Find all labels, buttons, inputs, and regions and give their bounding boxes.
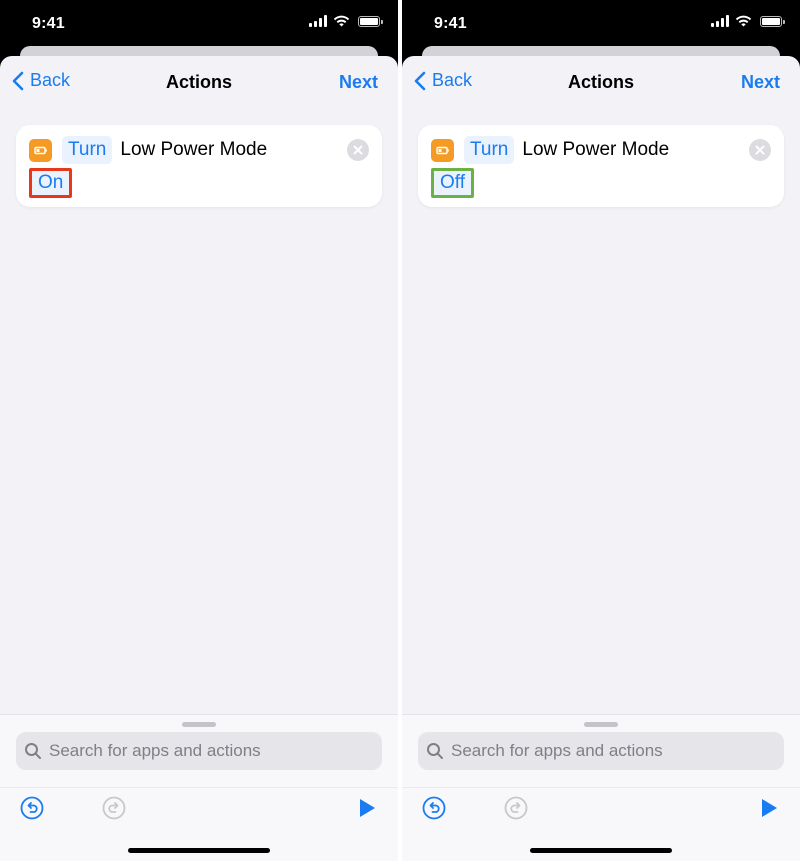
action-title-row: Turn Low Power Mode [62, 136, 267, 164]
navigation-bar: Back Actions Next [402, 56, 800, 108]
remove-action-button[interactable] [749, 139, 771, 161]
phone-screen-left: 9:41 Back Actions Next Turn Low Power Mo… [0, 0, 398, 861]
editor-toolbar [402, 787, 800, 828]
state-token-off[interactable]: Off [431, 168, 474, 198]
magnifier-icon [427, 743, 443, 759]
bottom-panel: Search for apps and actions [0, 714, 398, 861]
redo-button[interactable] [102, 796, 126, 825]
phone-screen-right: 9:41 Back Actions Next Turn Low Power Mo… [402, 0, 800, 861]
undo-button[interactable] [20, 796, 44, 825]
status-icons [711, 15, 785, 27]
undo-button[interactable] [422, 796, 446, 825]
redo-button[interactable] [504, 796, 528, 825]
battery-icon [760, 15, 785, 27]
home-indicator[interactable] [128, 848, 270, 853]
bottom-panel: Search for apps and actions [402, 714, 800, 861]
home-indicator[interactable] [530, 848, 672, 853]
redo-icon [504, 796, 528, 820]
undo-icon [20, 796, 44, 820]
undo-icon [422, 796, 446, 820]
run-button[interactable] [760, 798, 778, 823]
close-icon [755, 145, 765, 155]
search-input[interactable]: Search for apps and actions [418, 732, 784, 770]
editor-toolbar [0, 787, 398, 828]
status-time: 9:41 [32, 15, 65, 32]
verb-token[interactable]: Turn [62, 136, 113, 164]
status-bar: 9:41 [0, 0, 398, 48]
actions-sheet: Back Actions Next Turn Low Power Mode [402, 56, 800, 861]
status-time: 9:41 [434, 15, 467, 32]
redo-icon [102, 796, 126, 820]
close-icon [353, 145, 363, 155]
action-label: Low Power Mode [120, 139, 268, 160]
run-button[interactable] [358, 798, 376, 823]
wifi-icon [735, 15, 752, 27]
next-button[interactable]: Next [339, 72, 378, 93]
search-placeholder: Search for apps and actions [49, 741, 261, 760]
status-icons [309, 15, 383, 27]
search-placeholder: Search for apps and actions [451, 741, 663, 760]
verb-token[interactable]: Turn [464, 136, 515, 164]
play-icon [360, 799, 375, 817]
action-label: Low Power Mode [522, 139, 670, 160]
remove-action-button[interactable] [347, 139, 369, 161]
cellular-signal-icon [309, 15, 327, 27]
sheet-grabber[interactable] [584, 722, 618, 727]
status-bar: 9:41 [402, 0, 800, 48]
sheet-grabber[interactable] [182, 722, 216, 727]
play-icon [762, 799, 777, 817]
next-button[interactable]: Next [741, 72, 780, 93]
navigation-bar: Back Actions Next [0, 56, 398, 108]
actions-sheet: Back Actions Next Turn Low Power Mode [0, 56, 398, 861]
search-input[interactable]: Search for apps and actions [16, 732, 382, 770]
cellular-signal-icon [711, 15, 729, 27]
magnifier-icon [25, 743, 41, 759]
low-power-battery-icon [431, 139, 454, 162]
low-power-battery-icon [29, 139, 52, 162]
action-card[interactable]: Turn Low Power Mode Off [418, 125, 784, 207]
action-title-row: Turn Low Power Mode [464, 136, 669, 164]
wifi-icon [333, 15, 350, 27]
action-card[interactable]: Turn Low Power Mode On [16, 125, 382, 207]
battery-icon [358, 15, 383, 27]
state-token-on[interactable]: On [29, 168, 73, 198]
